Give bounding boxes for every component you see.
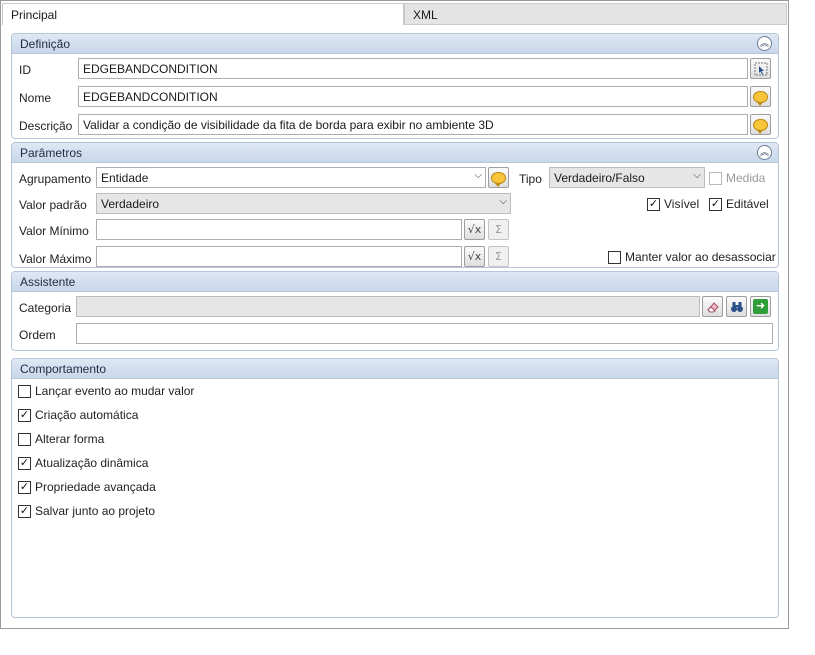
id-label: ID <box>19 63 31 77</box>
assistente-title: Assistente <box>20 275 76 289</box>
valor-minimo-field[interactable] <box>96 219 462 240</box>
ordem-field[interactable] <box>76 323 773 344</box>
id-picker-button[interactable] <box>750 58 771 79</box>
editavel-checkbox[interactable]: ✓ Editável <box>709 197 769 211</box>
ordem-label: Ordem <box>19 328 56 342</box>
descricao-label: Descrição <box>19 119 73 133</box>
valor-maximo-sum-button[interactable]: Σ <box>488 246 509 267</box>
categoria-label: Categoria <box>19 301 72 315</box>
checkmark-icon: ✓ <box>709 197 722 211</box>
agrupamento-select[interactable]: Entidade ⌵ <box>96 167 486 188</box>
checkbox-box <box>608 250 621 264</box>
comportamento-panel: Comportamento Lançar evento ao mudar val… <box>11 358 779 618</box>
formula-icon: √x <box>467 223 482 236</box>
collapse-icon[interactable]: ︽ <box>757 145 772 160</box>
medida-label: Medida <box>726 171 766 185</box>
valor-minimo-label: Valor Mínimo <box>19 224 89 238</box>
checkbox-label: Salvar junto ao projeto <box>35 504 156 518</box>
checkbox-label: Alterar forma <box>35 432 105 446</box>
editavel-label: Editável <box>726 197 769 211</box>
checkmark-icon: ✓ <box>647 197 660 211</box>
tipo-value: Verdadeiro/Falso <box>554 171 645 185</box>
valor-minimo-sum-button[interactable]: Σ <box>488 219 509 240</box>
manter-valor-checkbox[interactable]: Manter valor ao desassociar <box>608 250 776 264</box>
tab-bar: Principal XML <box>1 1 789 25</box>
formula-icon: √x <box>467 250 482 263</box>
checkmark-icon: ✓ <box>18 408 31 422</box>
parametros-title: Parâmetros <box>20 146 83 160</box>
categoria-search-button[interactable] <box>726 296 747 317</box>
sigma-icon: Σ <box>495 250 502 263</box>
collapse-icon[interactable]: ︽ <box>757 36 772 51</box>
arrow-right-icon: ➜ <box>753 299 768 314</box>
nome-translate-button[interactable] <box>750 86 771 107</box>
descricao-field[interactable]: Validar a condição de visibilidade da fi… <box>78 114 748 135</box>
agrupamento-translate-button[interactable] <box>488 167 509 188</box>
speech-bubble-icon <box>753 118 768 134</box>
eraser-icon <box>706 301 719 312</box>
definicao-header[interactable]: Definição ︽ <box>12 34 778 54</box>
parametros-header[interactable]: Parâmetros ︽ <box>12 143 778 163</box>
manter-label: Manter valor ao desassociar <box>625 250 776 264</box>
assistente-header[interactable]: Assistente <box>12 272 778 292</box>
checkbox-label: Propriedade avançada <box>35 480 156 494</box>
parametros-panel: Parâmetros ︽ Agrupamento Entidade ⌵ Tipo… <box>11 142 779 268</box>
tipo-select[interactable]: Verdadeiro/Falso ⌵ <box>549 167 705 188</box>
binoculars-icon <box>730 301 743 312</box>
assistente-panel: Assistente Categoria ➜ Ordem <box>11 271 779 351</box>
checkmark-icon: ✓ <box>18 456 31 470</box>
tab-principal[interactable]: Principal <box>2 3 404 25</box>
descricao-translate-button[interactable] <box>750 114 771 135</box>
comportamento-title: Comportamento <box>20 362 107 376</box>
categoria-clear-button[interactable] <box>702 296 723 317</box>
speech-bubble-icon <box>491 171 506 187</box>
lancar-evento-checkbox[interactable]: Lançar evento ao mudar valor <box>18 384 194 398</box>
checkbox-label: Lançar evento ao mudar valor <box>35 384 195 398</box>
nome-label: Nome <box>19 91 52 105</box>
salvar-projeto-checkbox[interactable]: ✓ Salvar junto ao projeto <box>18 504 155 518</box>
valor-padrao-value: Verdadeiro <box>101 197 160 211</box>
chevron-down-icon: ⌵ <box>693 170 701 181</box>
propriedade-avancada-checkbox[interactable]: ✓ Propriedade avançada <box>18 480 156 494</box>
agrupamento-label: Agrupamento <box>19 172 92 186</box>
speech-bubble-icon <box>753 90 768 106</box>
checkbox-box <box>18 432 31 446</box>
chevron-down-icon: ⌵ <box>499 196 507 207</box>
agrupamento-value: Entidade <box>101 171 149 185</box>
sigma-icon: Σ <box>495 223 502 236</box>
checkbox-box <box>18 384 31 398</box>
nome-field[interactable]: EDGEBANDCONDITION <box>78 86 748 107</box>
comportamento-header[interactable]: Comportamento <box>12 359 778 379</box>
valor-padrao-label: Valor padrão <box>19 198 87 212</box>
visivel-label: Visível <box>664 197 700 211</box>
tab-xml[interactable]: XML <box>404 3 787 25</box>
checkbox-label: Criação automática <box>35 408 139 422</box>
cursor-select-icon <box>754 62 767 75</box>
alterar-forma-checkbox[interactable]: Alterar forma <box>18 432 104 446</box>
valor-maximo-label: Valor Máximo <box>19 252 92 266</box>
medida-checkbox[interactable]: Medida <box>709 171 765 185</box>
properties-window: Principal XML Definição ︽ ID EDGEBANDCON… <box>0 0 789 629</box>
checkmark-icon: ✓ <box>18 480 31 494</box>
definicao-panel: Definição ︽ ID EDGEBANDCONDITION Nome ED… <box>11 33 779 139</box>
checkmark-icon: ✓ <box>18 504 31 518</box>
chevron-down-icon: ⌵ <box>474 170 482 181</box>
id-field[interactable]: EDGEBANDCONDITION <box>78 58 748 79</box>
valor-maximo-formula-button[interactable]: √x <box>464 246 485 267</box>
definicao-title: Definição <box>20 37 71 51</box>
tipo-label: Tipo <box>519 172 542 186</box>
valor-padrao-select[interactable]: Verdadeiro ⌵ <box>96 193 511 214</box>
atualizacao-dinamica-checkbox[interactable]: ✓ Atualização dinâmica <box>18 456 148 470</box>
criacao-automatica-checkbox[interactable]: ✓ Criação automática <box>18 408 138 422</box>
valor-maximo-field[interactable] <box>96 246 462 267</box>
categoria-field[interactable] <box>76 296 700 317</box>
categoria-go-button[interactable]: ➜ <box>750 296 771 317</box>
checkbox-box <box>709 171 722 185</box>
visivel-checkbox[interactable]: ✓ Visível <box>647 197 699 211</box>
valor-minimo-formula-button[interactable]: √x <box>464 219 485 240</box>
checkbox-label: Atualização dinâmica <box>35 456 149 470</box>
